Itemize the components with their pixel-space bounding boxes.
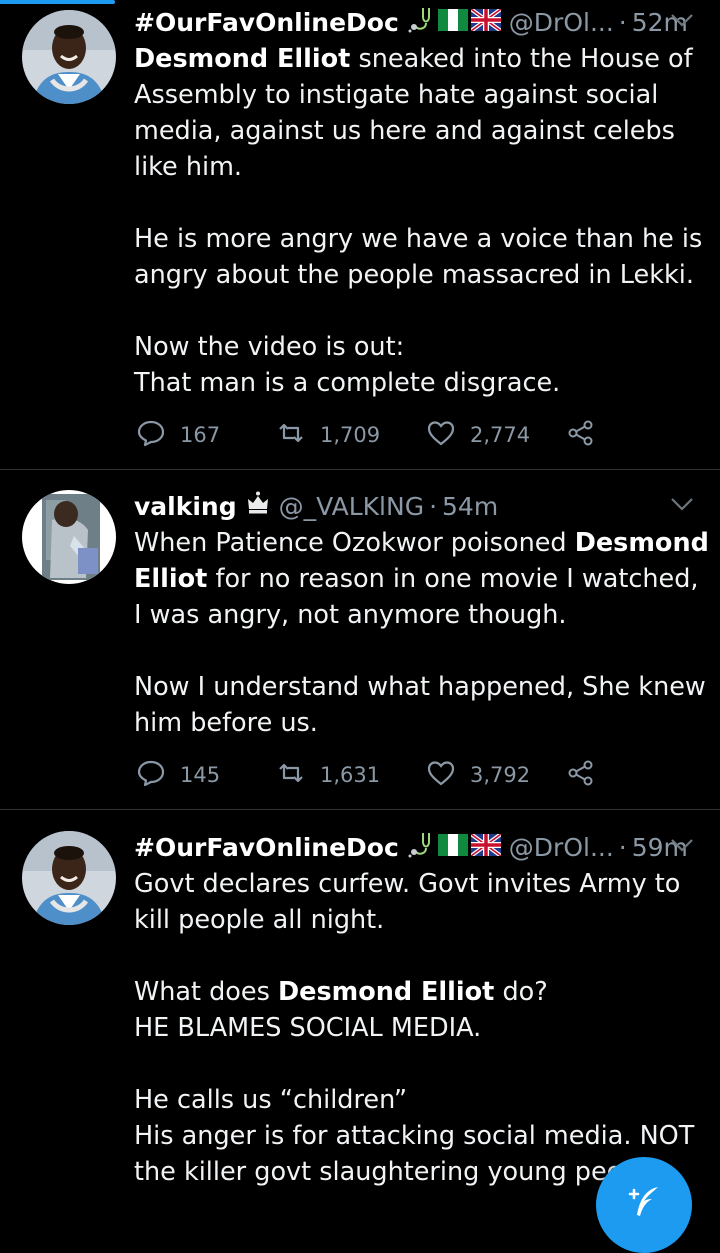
reply-count: 167 bbox=[180, 423, 221, 447]
tweet-2[interactable]: valking @_VALKlNG · 54m When Patience Oz… bbox=[0, 470, 720, 810]
tweet-text-segment: Govt declares curfew. Govt invites Army … bbox=[134, 869, 681, 935]
reply-button[interactable]: 145 bbox=[136, 758, 276, 793]
separator: · bbox=[618, 7, 627, 37]
display-name[interactable]: #OurFavOnlineDoc bbox=[134, 8, 399, 37]
reply-icon bbox=[136, 758, 166, 793]
profile-badges bbox=[245, 490, 271, 522]
retweet-button[interactable]: 1,631 bbox=[276, 758, 426, 793]
reply-button[interactable]: 167 bbox=[136, 418, 276, 453]
like-button[interactable]: 3,792 bbox=[426, 758, 566, 793]
handle[interactable]: @_VALKlNG bbox=[279, 492, 424, 521]
like-count: 3,792 bbox=[470, 763, 531, 787]
uk-flag-icon bbox=[469, 6, 502, 37]
tweet-paragraph: When Patience Ozokwor poisoned Desmond E… bbox=[134, 525, 709, 633]
chevron-down-icon[interactable] bbox=[668, 835, 696, 855]
tweet-paragraph: Govt declares curfew. Govt invites Army … bbox=[134, 866, 709, 938]
separator: · bbox=[618, 832, 627, 862]
tweet-text: When Patience Ozokwor poisoned Desmond E… bbox=[134, 525, 709, 777]
compose-tweet-button[interactable] bbox=[596, 1157, 692, 1253]
separator: · bbox=[429, 491, 438, 521]
tweet-text-segment: What does bbox=[134, 977, 278, 1007]
heart-icon bbox=[426, 418, 456, 453]
handle[interactable]: @DrOl... bbox=[509, 8, 614, 37]
stethoscope-icon bbox=[407, 830, 435, 864]
reply-icon bbox=[136, 418, 166, 453]
tweet-1[interactable]: #OurFavOnlineDoc @DrOl... · 52m Desmond … bbox=[0, 0, 720, 470]
tweet-header: valking @_VALKlNG · 54m bbox=[134, 486, 720, 526]
chevron-down-icon[interactable] bbox=[668, 494, 696, 514]
tweet-paragraph: Desmond Elliot sneaked into the House of… bbox=[134, 41, 709, 185]
display-name[interactable]: #OurFavOnlineDoc bbox=[134, 833, 399, 862]
tweet-text: Desmond Elliot sneaked into the House of… bbox=[134, 41, 709, 437]
tweet-text-segment: Now I understand what happened, She knew… bbox=[134, 672, 706, 738]
tweet-header: #OurFavOnlineDoc @DrOl... · 52m bbox=[134, 2, 720, 42]
nigeria-flag-icon bbox=[437, 833, 468, 862]
chevron-down-icon[interactable] bbox=[668, 10, 696, 30]
like-button[interactable]: 2,774 bbox=[426, 418, 566, 453]
heart-icon bbox=[426, 758, 456, 793]
uk-flag-icon bbox=[469, 831, 502, 862]
retweet-button[interactable]: 1,709 bbox=[276, 418, 426, 453]
highlighted-term: Desmond Elliot bbox=[134, 44, 351, 74]
reply-count: 145 bbox=[180, 763, 221, 787]
tweet-header: #OurFavOnlineDoc @DrOl... · 59m bbox=[134, 827, 720, 867]
share-icon bbox=[566, 758, 596, 793]
tweet-text-segment: Now the video is out: That man is a compl… bbox=[134, 332, 561, 398]
stethoscope-icon bbox=[407, 5, 435, 39]
avatar[interactable] bbox=[22, 490, 116, 584]
share-icon bbox=[566, 418, 596, 453]
highlighted-term: Desmond Elliot bbox=[277, 977, 495, 1007]
like-count: 2,774 bbox=[470, 423, 531, 447]
share-button[interactable] bbox=[566, 418, 596, 453]
tweet-text-segment: When Patience Ozokwor poisoned bbox=[134, 528, 575, 558]
tweet-paragraph: What does Desmond Elliot do? HE BLAMES SO… bbox=[134, 974, 709, 1046]
retweet-count: 1,631 bbox=[320, 763, 381, 787]
compose-tweet-icon bbox=[622, 1181, 666, 1229]
handle[interactable]: @DrOl... bbox=[509, 833, 614, 862]
tweet-paragraph: Now I understand what happened, She knew… bbox=[134, 669, 709, 741]
retweet-icon bbox=[276, 758, 306, 793]
tweet-3[interactable]: #OurFavOnlineDoc @DrOl... · 59m Govt dec… bbox=[0, 810, 720, 1253]
retweet-count: 1,709 bbox=[320, 423, 381, 447]
avatar[interactable] bbox=[22, 831, 116, 925]
avatar[interactable] bbox=[22, 10, 116, 104]
tweet-paragraph: Now the video is out: That man is a compl… bbox=[134, 329, 709, 401]
profile-badges bbox=[407, 830, 502, 864]
profile-badges bbox=[407, 5, 502, 39]
tweet-paragraph: He is more angry we have a voice than he… bbox=[134, 221, 709, 293]
tweet-actions: 145 1,631 3,792 bbox=[136, 755, 616, 795]
tweet-actions: 167 1,709 2,774 bbox=[136, 415, 616, 455]
retweet-icon bbox=[276, 418, 306, 453]
crown-icon bbox=[245, 490, 271, 522]
timestamp[interactable]: 54m bbox=[442, 492, 498, 521]
tweet-text-segment: He is more angry we have a voice than he… bbox=[134, 224, 703, 290]
share-button[interactable] bbox=[566, 758, 596, 793]
display-name[interactable]: valking bbox=[134, 492, 237, 521]
tweet-text-segment: for no reason in one movie I watched, I … bbox=[134, 564, 699, 630]
nigeria-flag-icon bbox=[437, 8, 468, 37]
